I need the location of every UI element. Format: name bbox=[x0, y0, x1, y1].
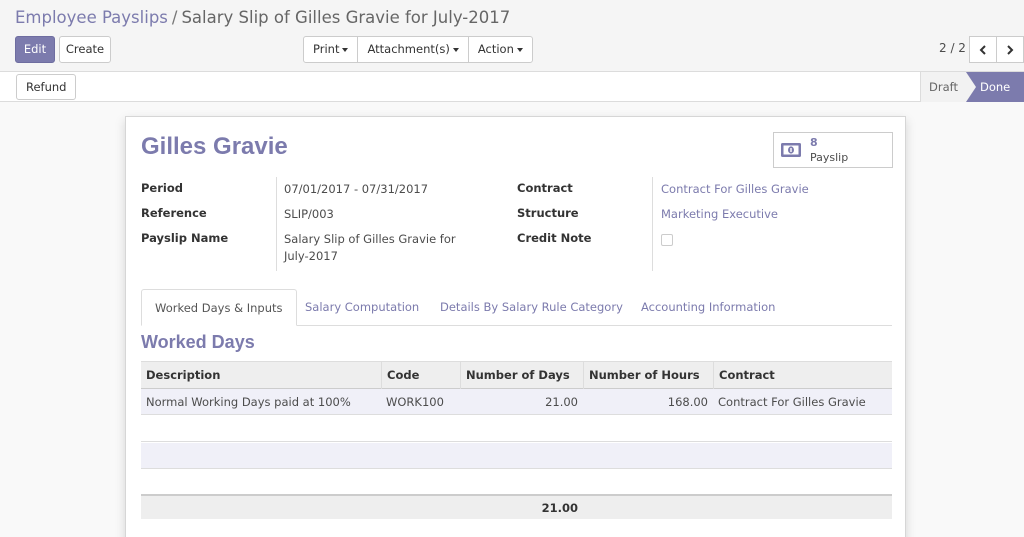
print-dropdown[interactable]: Print bbox=[304, 37, 359, 62]
structure-label: Structure bbox=[517, 206, 579, 220]
empty-row bbox=[141, 470, 892, 494]
column-header-code[interactable]: Code bbox=[381, 362, 460, 390]
pager-next-button[interactable] bbox=[996, 36, 1024, 63]
breadcrumb-current: Salary Slip of Gilles Gravie for July-20… bbox=[181, 8, 511, 27]
cell-code: WORK100 bbox=[386, 395, 444, 409]
pager-value[interactable]: 2 / 2 bbox=[939, 41, 966, 55]
money-icon bbox=[781, 143, 801, 157]
tab-accounting-information[interactable]: Accounting Information bbox=[628, 289, 788, 326]
payslip-name-label: Payslip Name bbox=[141, 231, 229, 245]
form-sheet: Gilles Gravie 8 Payslip Period 07/01/201… bbox=[125, 116, 906, 537]
worked-days-title: Worked Days bbox=[141, 332, 255, 352]
create-button[interactable]: Create bbox=[59, 36, 111, 63]
edit-button[interactable]: Edit bbox=[15, 36, 55, 63]
column-header-hours[interactable]: Number of Hours bbox=[583, 362, 713, 390]
payslip-label: Payslip bbox=[810, 151, 849, 164]
cell-days: 21.00 bbox=[545, 395, 578, 409]
structure-link[interactable]: Marketing Executive bbox=[661, 207, 778, 221]
cell-hours: 168.00 bbox=[667, 395, 708, 409]
refund-button[interactable]: Refund bbox=[16, 74, 77, 100]
column-header-contract[interactable]: Contract bbox=[713, 362, 892, 390]
form-statusbar: Refund Draft Done bbox=[0, 72, 1024, 102]
stage-arrow-divider bbox=[966, 72, 976, 102]
credit-note-label: Credit Note bbox=[517, 231, 592, 245]
tab-salary-computation[interactable]: Salary Computation bbox=[292, 289, 432, 326]
payslip-count: 8 bbox=[810, 136, 818, 149]
sidebar-button-group: Print Attachment(s) Action bbox=[303, 36, 533, 63]
payslip-name-value-line1: Salary Slip of Gilles Gravie for bbox=[284, 232, 456, 246]
cell-contract: Contract For Gilles Gravie bbox=[718, 395, 866, 409]
contract-label: Contract bbox=[517, 181, 573, 195]
table-header: Description Code Number of Days Number o… bbox=[141, 361, 892, 390]
period-value: 07/01/2017 - 07/31/2017 bbox=[284, 182, 429, 196]
contract-link[interactable]: Contract For Gilles Gravie bbox=[661, 182, 809, 196]
credit-note-checkbox[interactable] bbox=[661, 234, 673, 246]
reference-label: Reference bbox=[141, 206, 207, 220]
column-header-days[interactable]: Number of Days bbox=[460, 362, 583, 390]
period-label: Period bbox=[141, 181, 183, 195]
tab-details-by-salary-rule-category[interactable]: Details By Salary Rule Category bbox=[427, 289, 636, 326]
table-footer: 21.00 bbox=[141, 494, 892, 519]
chevron-right-icon bbox=[1007, 44, 1014, 55]
pager-previous-button[interactable] bbox=[969, 36, 997, 63]
breadcrumb-separator: / bbox=[171, 8, 178, 27]
column-header-description[interactable]: Description bbox=[141, 362, 381, 390]
breadcrumb: Employee Payslips / Salary Slip of Gilles … bbox=[15, 8, 510, 27]
empty-row bbox=[141, 416, 892, 442]
attachments-dropdown[interactable]: Attachment(s) bbox=[358, 37, 469, 62]
caret-down-icon bbox=[452, 47, 459, 52]
breadcrumb-parent-link[interactable]: Employee Payslips bbox=[15, 8, 168, 27]
payslip-smart-button[interactable]: 8 Payslip bbox=[773, 132, 893, 168]
total-days: 21.00 bbox=[541, 501, 578, 515]
print-label: Print bbox=[313, 42, 340, 56]
tab-worked-days-inputs[interactable]: Worked Days & Inputs bbox=[141, 289, 297, 326]
chevron-left-icon bbox=[979, 44, 986, 55]
notebook-tabs: Worked Days & Inputs Salary Computation … bbox=[141, 289, 892, 326]
cell-description: Normal Working Days paid at 100% bbox=[146, 395, 351, 409]
caret-down-icon bbox=[516, 47, 523, 52]
stage-draft[interactable]: Draft bbox=[920, 72, 966, 102]
field-divider bbox=[276, 177, 277, 271]
payslip-name-value-line2: July-2017 bbox=[284, 249, 338, 263]
employee-name: Gilles Gravie bbox=[141, 133, 288, 160]
caret-down-icon bbox=[342, 47, 349, 52]
empty-row bbox=[141, 443, 892, 469]
action-label: Action bbox=[477, 42, 514, 56]
field-divider bbox=[652, 177, 653, 271]
action-dropdown[interactable]: Action bbox=[469, 37, 532, 62]
table-row[interactable]: Normal Working Days paid at 100% WORK100… bbox=[141, 389, 892, 415]
attachments-label: Attachment(s) bbox=[367, 42, 450, 56]
reference-value: SLIP/003 bbox=[284, 207, 334, 221]
control-panel: Employee Payslips / Salary Slip of Gilles … bbox=[0, 0, 1024, 72]
